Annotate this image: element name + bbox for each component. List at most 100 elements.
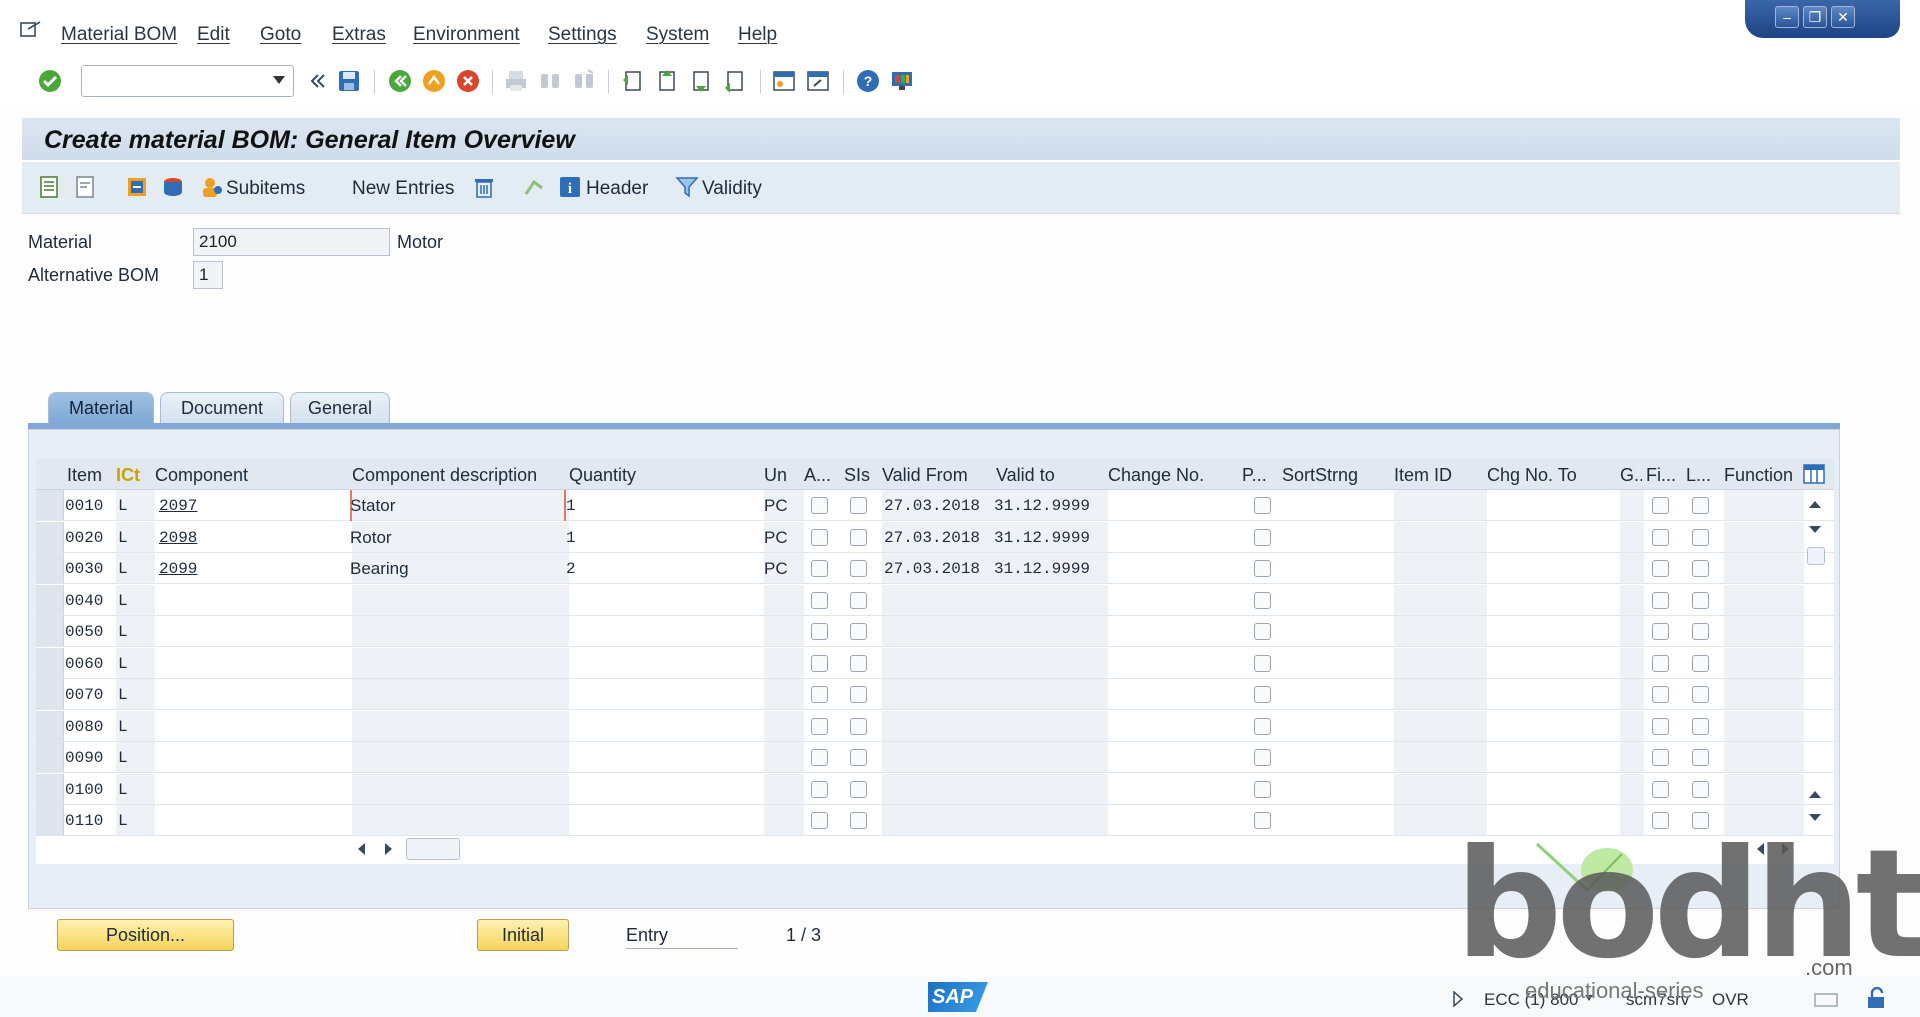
- table-row[interactable]: 0100 L: [36, 773, 1834, 805]
- item-category-cell[interactable]: L: [118, 497, 128, 515]
- row-checkbox[interactable]: [850, 717, 867, 735]
- chevron-down-icon[interactable]: [273, 76, 285, 84]
- item-category-cell[interactable]: L: [118, 655, 128, 673]
- table-row[interactable]: 0080 L: [36, 710, 1834, 742]
- last-page-icon[interactable]: [722, 68, 748, 94]
- material-field[interactable]: 2100: [193, 228, 390, 256]
- validity-button[interactable]: Validity: [702, 178, 762, 200]
- menu-material-bom[interactable]: Material BOM: [61, 24, 177, 46]
- scroll-down-icon[interactable]: [1808, 525, 1822, 535]
- row-checkbox[interactable]: [1692, 560, 1709, 577]
- row-checkbox[interactable]: [1692, 749, 1709, 766]
- item-number-cell[interactable]: 0050: [65, 623, 103, 641]
- row-checkbox[interactable]: [811, 560, 828, 577]
- row-checkbox[interactable]: [1652, 780, 1669, 798]
- restore-icon[interactable]: ❐: [1803, 6, 1827, 28]
- column-header-valid-from[interactable]: Valid From: [882, 465, 990, 486]
- row-checkbox[interactable]: [850, 497, 867, 514]
- column-header-fi[interactable]: Fi...: [1646, 465, 1680, 486]
- first-page-icon[interactable]: [620, 68, 646, 94]
- table-row[interactable]: 0040 L: [36, 584, 1834, 616]
- item-category-cell[interactable]: L: [118, 560, 128, 578]
- valid-from-cell[interactable]: 27.03.2018: [884, 529, 980, 547]
- table-row[interactable]: 0090 L: [36, 742, 1834, 773]
- column-header-l[interactable]: L...: [1686, 465, 1720, 486]
- item-category-cell[interactable]: L: [118, 686, 128, 704]
- quantity-cell[interactable]: 1: [566, 497, 576, 515]
- row-checkbox[interactable]: [1652, 591, 1669, 609]
- save-icon[interactable]: [336, 68, 362, 94]
- quantity-cell[interactable]: 2: [566, 560, 576, 578]
- scroll-right-icon[interactable]: [384, 842, 394, 856]
- item-number-cell[interactable]: 0090: [65, 749, 103, 767]
- item-number-cell[interactable]: 0020: [65, 529, 103, 547]
- row-checkbox[interactable]: [850, 780, 867, 798]
- column-header-chg-no-to[interactable]: Chg No. To: [1487, 465, 1615, 486]
- minimize-icon[interactable]: –: [1775, 6, 1799, 28]
- menu-exit-icon[interactable]: [20, 20, 42, 38]
- row-selector[interactable]: [36, 773, 64, 804]
- row-selector[interactable]: [36, 805, 64, 835]
- row-selector[interactable]: [36, 490, 64, 520]
- valid-from-cell[interactable]: 27.03.2018: [884, 560, 980, 578]
- scroll-left-icon[interactable]: [356, 842, 366, 856]
- info-icon[interactable]: i: [557, 174, 583, 200]
- item-category-cell[interactable]: L: [118, 749, 128, 767]
- row-checkbox[interactable]: [1652, 497, 1669, 514]
- shortcut-icon[interactable]: [805, 68, 831, 94]
- column-header-unit[interactable]: Un: [764, 465, 794, 486]
- column-header-change-no[interactable]: Change No.: [1108, 465, 1236, 486]
- item-number-cell[interactable]: 0040: [65, 592, 103, 610]
- row-checkbox[interactable]: [811, 591, 828, 609]
- quantity-cell[interactable]: 1: [566, 529, 576, 547]
- command-field[interactable]: [81, 65, 294, 97]
- menu-edit[interactable]: Edit: [197, 24, 230, 46]
- list-icon[interactable]: [36, 174, 62, 200]
- row-checkbox[interactable]: [1692, 497, 1709, 514]
- create-session-icon[interactable]: [771, 68, 797, 94]
- row-checkbox[interactable]: [1652, 654, 1669, 672]
- item-category-cell[interactable]: L: [118, 812, 128, 830]
- row-checkbox[interactable]: [811, 717, 828, 735]
- enter-check-icon[interactable]: [37, 68, 63, 94]
- unit-cell[interactable]: PC: [764, 559, 788, 579]
- row-checkbox[interactable]: [1692, 623, 1709, 640]
- row-checkbox[interactable]: [811, 812, 828, 829]
- row-checkbox[interactable]: [850, 591, 867, 609]
- scroll-page-up-icon[interactable]: [1808, 789, 1822, 799]
- column-header-component-description[interactable]: Component description: [352, 465, 562, 486]
- row-checkbox[interactable]: [1692, 654, 1709, 672]
- item-category-cell[interactable]: L: [118, 781, 128, 799]
- row-checkbox[interactable]: [1692, 780, 1709, 798]
- back-icon[interactable]: [387, 68, 413, 94]
- row-checkbox[interactable]: [1652, 623, 1669, 640]
- component-cell[interactable]: 2097: [159, 497, 197, 515]
- row-selector[interactable]: [36, 647, 64, 678]
- row-checkbox[interactable]: [811, 780, 828, 798]
- item-category-cell[interactable]: L: [118, 623, 128, 641]
- tab-document[interactable]: Document: [160, 392, 284, 424]
- cancel-icon[interactable]: [455, 68, 481, 94]
- column-settings-icon[interactable]: [1803, 464, 1825, 484]
- column-header-g[interactable]: G..: [1620, 465, 1642, 486]
- item-category-cell[interactable]: L: [118, 718, 128, 736]
- column-header-item-id[interactable]: Item ID: [1394, 465, 1482, 486]
- column-header-a[interactable]: A...: [804, 465, 838, 486]
- row-checkbox[interactable]: [1652, 749, 1669, 766]
- row-selector[interactable]: [36, 742, 64, 772]
- row-checkbox[interactable]: [850, 749, 867, 766]
- row-checkbox[interactable]: [1692, 686, 1709, 703]
- double-chevron-left-icon[interactable]: [304, 68, 330, 94]
- row-checkbox[interactable]: [1254, 497, 1271, 514]
- new-entries-button[interactable]: New Entries: [352, 178, 454, 200]
- component-cell[interactable]: 2099: [159, 560, 197, 578]
- row-checkbox[interactable]: [1254, 654, 1271, 672]
- row-checkbox[interactable]: [1652, 528, 1669, 546]
- row-checkbox[interactable]: [1254, 780, 1271, 798]
- row-checkbox[interactable]: [1254, 717, 1271, 735]
- item-number-cell[interactable]: 0060: [65, 655, 103, 673]
- subitems-button[interactable]: Subitems: [226, 178, 305, 200]
- valid-to-cell[interactable]: 31.12.9999: [994, 497, 1090, 515]
- previous-page-icon[interactable]: [654, 68, 680, 94]
- row-checkbox[interactable]: [811, 497, 828, 514]
